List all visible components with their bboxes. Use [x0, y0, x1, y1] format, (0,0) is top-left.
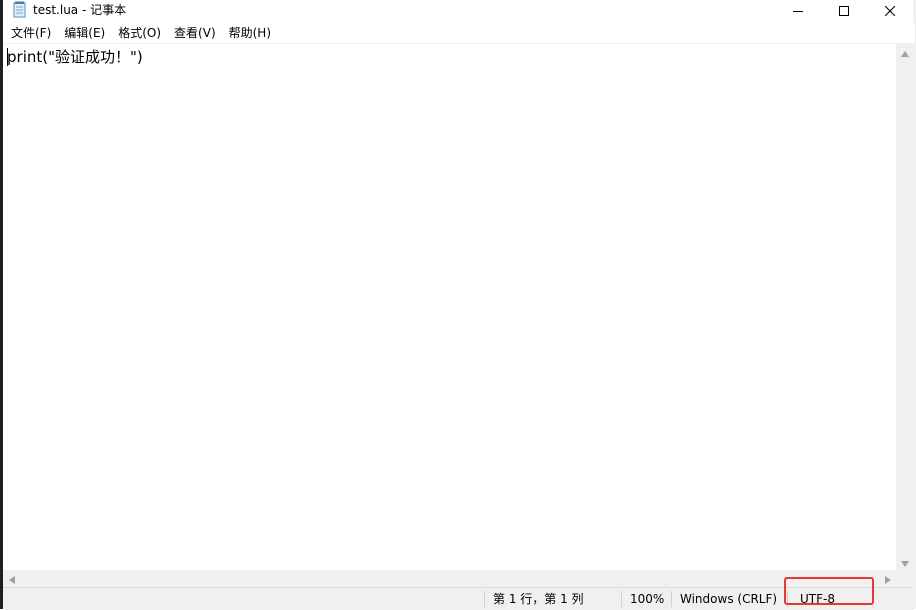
menu-file[interactable]: 文件(F) [5, 25, 57, 41]
scrollbar-corner [896, 570, 913, 587]
zoom-level: 100% [630, 592, 665, 606]
menu-help[interactable]: 帮助(H) [223, 25, 277, 41]
maximize-button[interactable] [821, 0, 867, 22]
status-divider [621, 591, 622, 607]
minimize-icon [793, 6, 803, 16]
title-bar[interactable]: test.lua - 记事本 [3, 0, 913, 22]
vertical-scrollbar[interactable] [896, 43, 913, 570]
minimize-button[interactable] [775, 0, 821, 22]
scroll-left-button[interactable] [3, 570, 20, 587]
notepad-window: test.lua - 记事本 文件(F) 编辑(E) 格式(O) 查看(V) 帮… [3, 0, 915, 610]
menu-format[interactable]: 格式(O) [112, 25, 167, 41]
menu-view[interactable]: 查看(V) [168, 25, 222, 41]
close-icon [885, 6, 895, 16]
arrow-down-icon [900, 552, 909, 571]
arrow-right-icon [884, 569, 891, 588]
cursor-position: 第 1 行，第 1 列 [493, 592, 584, 606]
window-title: test.lua - 记事本 [33, 3, 127, 17]
scroll-down-button[interactable] [896, 553, 913, 570]
horizontal-scrollbar[interactable] [3, 570, 896, 587]
menu-edit[interactable]: 编辑(E) [58, 25, 111, 41]
maximize-icon [839, 6, 849, 16]
scroll-up-button[interactable] [896, 43, 913, 60]
text-editor-area[interactable]: print("验证成功！") [3, 43, 896, 571]
scroll-right-button[interactable] [879, 570, 896, 587]
close-button[interactable] [867, 0, 913, 22]
arrow-up-icon [900, 42, 909, 61]
status-divider [671, 591, 672, 607]
encoding-highlight-box [784, 577, 874, 605]
menu-bar: 文件(F) 编辑(E) 格式(O) 查看(V) 帮助(H) [3, 23, 915, 43]
line-ending: Windows (CRLF) [680, 592, 778, 606]
status-divider [484, 591, 485, 607]
arrow-left-icon [8, 569, 15, 588]
editor-content: print("验证成功！") [7, 48, 143, 66]
status-bar: 第 1 行，第 1 列 100% Windows (CRLF) UTF-8 [3, 587, 913, 610]
notepad-icon [13, 1, 27, 18]
